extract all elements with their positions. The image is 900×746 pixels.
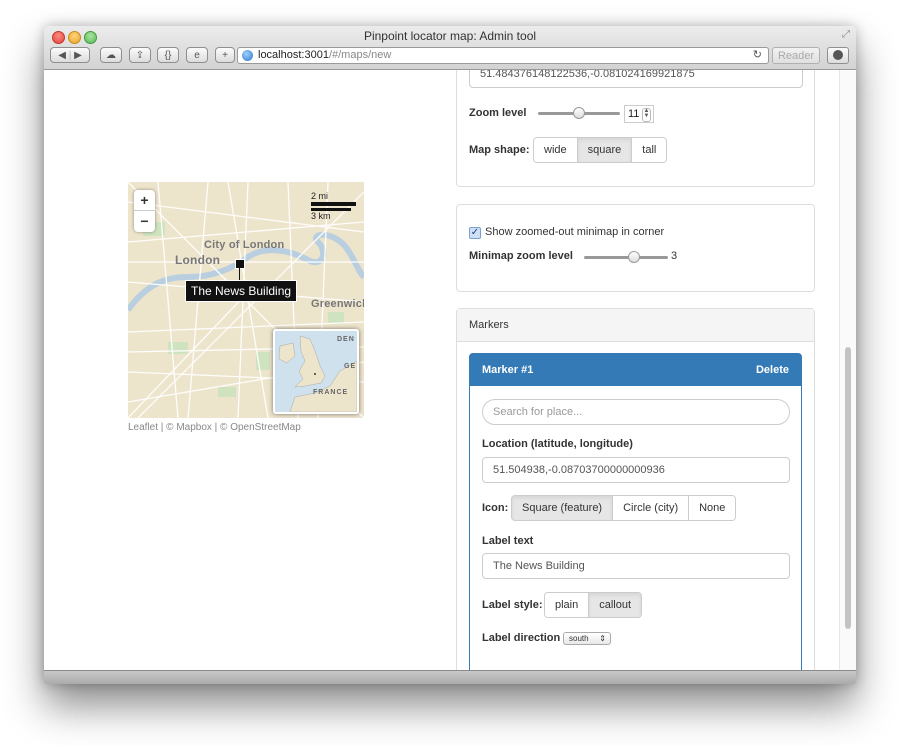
callout-line — [239, 268, 240, 280]
share-icon: ⇪ — [135, 50, 145, 61]
icon-circle-button[interactable]: Circle (city) — [613, 496, 690, 520]
browser-window: Pinpoint locator map: Admin tool ⤢ ◀ | ▶… — [44, 26, 856, 684]
location-label: Location (latitude, longitude) — [482, 438, 633, 450]
icon-button-group: Square (feature) Circle (city) None — [511, 495, 737, 521]
window-title: Pinpoint locator map: Admin tool — [363, 29, 537, 43]
icon-square-button[interactable]: Square (feature) — [512, 496, 614, 520]
map-settings-panel: 51.484376148122536,-0.081024169921875 Zo… — [456, 70, 815, 187]
back-forward-buttons[interactable]: ◀ | ▶ — [50, 47, 90, 63]
location-input[interactable]: 51.504938,-0.08703700000000936 — [482, 457, 790, 483]
download-icon — [833, 50, 843, 60]
spinner-arrows-icon[interactable]: ▲ ▼ — [642, 108, 651, 122]
label-style-callout-button[interactable]: callout — [589, 593, 642, 617]
markers-panel: Markers Marker #1 Delete Search for plac… — [456, 308, 815, 670]
map-preview[interactable]: + − 2 mi 3 km City of London London Gree… — [128, 182, 364, 418]
marker-square-icon[interactable] — [235, 259, 245, 269]
minimap-zoom-label: Minimap zoom level — [469, 250, 573, 262]
zoom-level-value: 11 — [628, 108, 640, 120]
reload-icon[interactable]: ↻ — [753, 48, 762, 61]
icloud-icon: ☁ — [106, 50, 116, 61]
downloads-button[interactable] — [827, 47, 849, 64]
ie-icon: e — [194, 50, 200, 61]
back-icon[interactable]: ◀ — [58, 50, 66, 61]
map-scale: 2 mi 3 km — [311, 191, 356, 221]
label-direction-select[interactable]: south ⇕ — [563, 632, 611, 645]
place-search-input[interactable]: Search for place... — [482, 399, 790, 425]
map-zoom-control: + − — [134, 190, 155, 232]
ie-button[interactable]: e — [186, 47, 208, 63]
icon-label: Icon: — [482, 502, 509, 514]
shape-wide-button[interactable]: wide — [534, 138, 578, 162]
label-style-group: plain callout — [544, 592, 643, 618]
minimap-checkbox[interactable]: ✓ — [469, 227, 481, 239]
place-label: Greenwich — [311, 298, 364, 310]
scrollbar-thumb[interactable] — [845, 347, 851, 629]
map-shape-label: Map shape: — [469, 144, 530, 156]
label-text-input[interactable]: The News Building — [482, 553, 790, 579]
scale-miles: 2 mi — [311, 191, 329, 201]
label-style-label: Label style: — [482, 599, 543, 611]
globe-icon — [242, 50, 253, 61]
status-bar — [44, 670, 856, 684]
vertical-scrollbar[interactable] — [839, 70, 856, 670]
markers-panel-header: Markers — [457, 309, 814, 342]
minimap-label: GE — [344, 363, 357, 370]
map-shape-group: wide square tall — [533, 137, 668, 163]
minimap-checkbox-label[interactable]: Show zoomed-out minimap in corner — [485, 226, 664, 238]
minimap-tiles — [278, 335, 357, 412]
label-style-plain-button[interactable]: plain — [545, 593, 590, 617]
shape-tall-button[interactable]: tall — [632, 138, 667, 162]
web-inspector-button[interactable]: {} — [157, 47, 179, 63]
label-direction-value: south — [569, 634, 589, 643]
zoom-level-slider[interactable] — [538, 107, 620, 119]
minimap-label: DEN — [337, 336, 355, 343]
scale-km: 3 km — [311, 211, 331, 221]
marker-delete-button[interactable]: Delete — [756, 364, 789, 376]
minimap-slider-handle[interactable] — [628, 251, 641, 263]
forward-icon[interactable]: ▶ — [74, 50, 82, 61]
zoom-level-input[interactable]: 11 ▲ ▼ — [624, 105, 654, 123]
minimap-settings-panel: ✓ Show zoomed-out minimap in corner Mini… — [456, 204, 815, 292]
label-direction-label: Label direction — [482, 632, 561, 644]
plus-icon: + — [222, 50, 228, 61]
marker-card-header: Marker #1 Delete — [470, 354, 801, 386]
marker-title: Marker #1 — [482, 364, 534, 376]
braces-icon: {} — [164, 50, 172, 61]
share-button[interactable]: ⇪ — [129, 47, 151, 63]
minimap: DEN GE FRANCE — [273, 329, 359, 414]
shape-square-button[interactable]: square — [577, 138, 633, 162]
page-content: + − 2 mi 3 km City of London London Gree… — [44, 70, 856, 670]
zoom-level-label: Zoom level — [469, 107, 527, 119]
icloud-button[interactable]: ☁ — [100, 47, 122, 63]
scale-bar-miles — [311, 202, 356, 206]
zoom-slider-handle[interactable] — [573, 107, 585, 119]
minimap-label: FRANCE — [313, 389, 349, 396]
center-location-input[interactable]: 51.484376148122536,-0.081024169921875 — [469, 70, 803, 88]
title-bar: Pinpoint locator map: Admin tool ⤢ ◀ | ▶… — [44, 26, 856, 70]
fullscreen-icon[interactable]: ⤢ — [842, 29, 850, 40]
marker-callout-label: The News Building — [185, 280, 298, 302]
new-tab-button[interactable]: + — [215, 47, 235, 63]
marker-card: Marker #1 Delete Search for place... Loc… — [469, 353, 802, 670]
minimap-zoom-value: 3 — [671, 250, 678, 262]
select-arrows-icon: ⇕ — [599, 634, 606, 643]
markers-heading: Markers — [469, 319, 509, 331]
map-zoom-out-button[interactable]: − — [134, 211, 155, 231]
url-path: /#/maps/new — [328, 49, 392, 61]
icon-none-button[interactable]: None — [689, 496, 736, 520]
minimap-zoom-slider[interactable] — [584, 251, 668, 263]
map-zoom-in-button[interactable]: + — [134, 190, 155, 211]
url-host: localhost:3001 — [258, 49, 329, 61]
reader-button[interactable]: Reader — [772, 47, 820, 64]
map-attribution[interactable]: Leaflet | © Mapbox | © OpenStreetMap — [128, 422, 301, 433]
address-bar[interactable]: localhost:3001/#/maps/new ↻ — [237, 47, 769, 64]
place-label: London — [175, 253, 221, 267]
label-text-label: Label text — [482, 535, 534, 547]
place-label: City of London — [204, 239, 285, 251]
